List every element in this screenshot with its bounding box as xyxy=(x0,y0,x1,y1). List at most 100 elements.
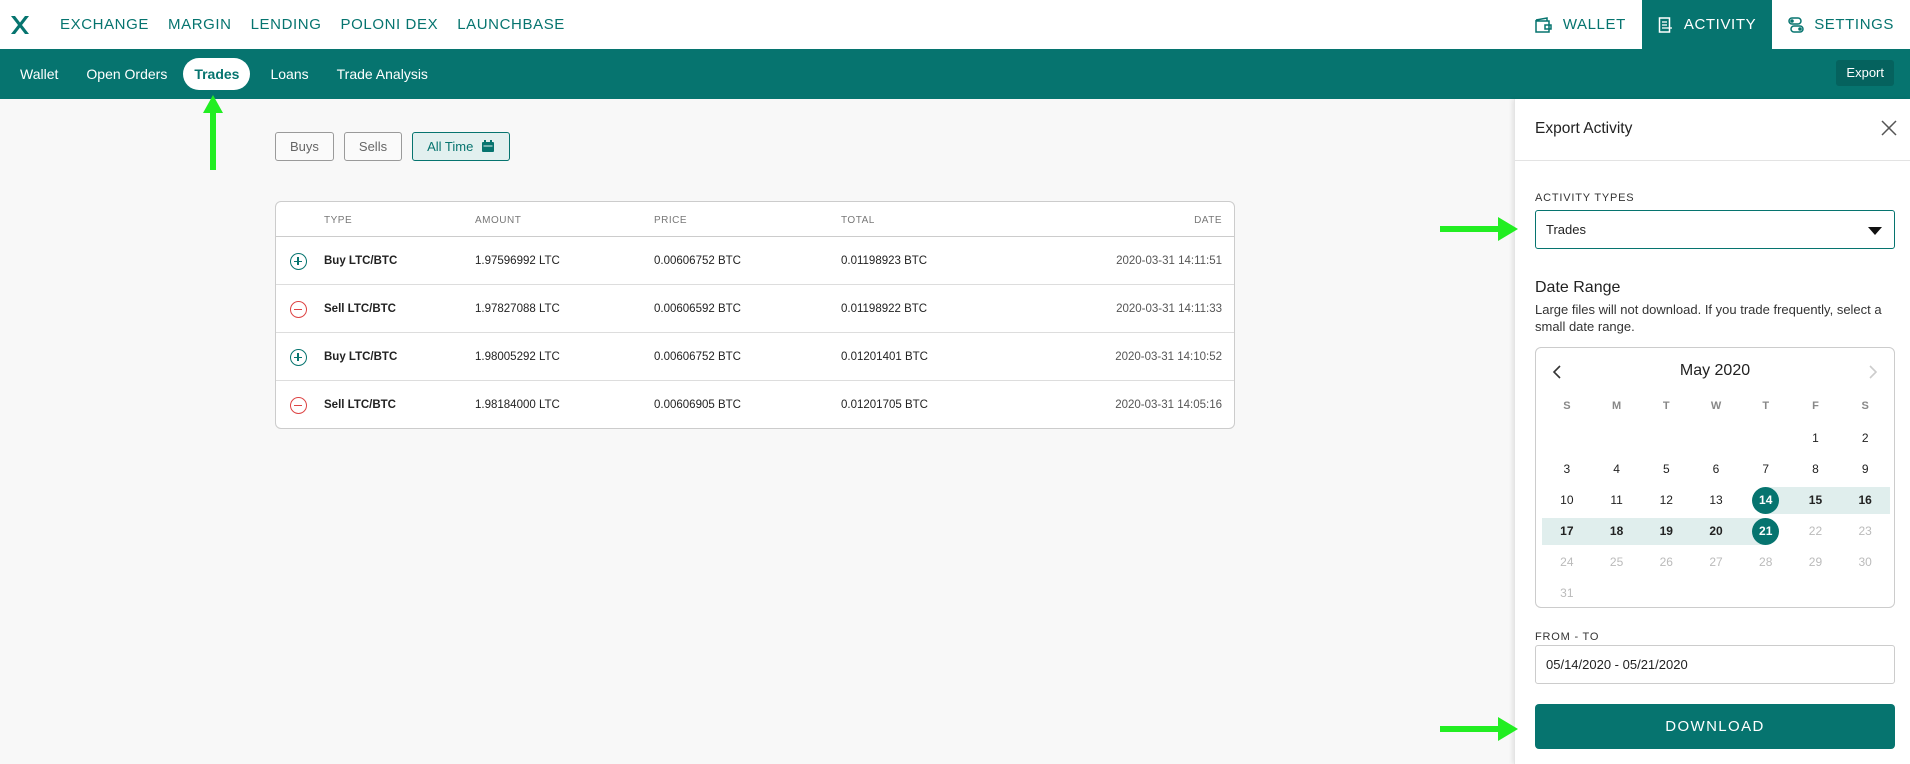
sell-minus-icon xyxy=(290,397,307,414)
calendar-day[interactable]: 13 xyxy=(1691,487,1741,514)
calendar-grid: 1 2 3 4 5 6 7 8 9 10 11 12 13 14 15 16 17 18 19 20 21 22 23 24 2… xyxy=(1542,423,1891,609)
sells-filter-button[interactable]: Sells xyxy=(343,132,403,161)
weekday: T xyxy=(1762,400,1770,412)
subnav-trade-analysis[interactable]: Trade Analysis xyxy=(337,58,428,90)
calendar-empty-cell xyxy=(1840,580,1890,607)
settings-button[interactable]: SETTINGS xyxy=(1772,0,1910,49)
nav-margin[interactable]: MARGIN xyxy=(168,0,232,49)
calendar-empty-cell xyxy=(1542,425,1592,452)
wallet-label: WALLET xyxy=(1562,16,1626,33)
calendar-day[interactable]: 15 xyxy=(1790,487,1841,514)
from-to-input[interactable]: 05/14/2020 - 05/21/2020 xyxy=(1535,645,1895,684)
calendar-day-number: 24 xyxy=(1560,555,1574,569)
calendar-week: 24 25 26 27 28 29 30 xyxy=(1542,547,1890,578)
activity-button[interactable]: ACTIVITY xyxy=(1641,0,1773,49)
calendar-day-number: 1 xyxy=(1812,431,1819,445)
cell-total: 0.01198923 BTC xyxy=(841,255,928,267)
subnav-trades[interactable]: Trades xyxy=(183,58,251,90)
calendar-day[interactable]: 16 xyxy=(1840,487,1891,514)
calendar-day-number: 23 xyxy=(1858,524,1872,538)
calendar-day[interactable]: 10 xyxy=(1542,487,1592,514)
calendar-day[interactable]: 18 xyxy=(1591,518,1642,545)
subnav-open-orders[interactable]: Open Orders xyxy=(86,58,167,90)
all-time-filter-button[interactable]: All Time xyxy=(412,132,511,161)
settings-toggle-icon xyxy=(1788,16,1804,33)
download-button[interactable]: DOWNLOAD xyxy=(1535,704,1895,749)
date-range-title: Date Range xyxy=(1535,279,1621,296)
weekday: S xyxy=(1861,400,1869,412)
export-button[interactable]: Export xyxy=(1836,60,1894,86)
calendar-day: 23 xyxy=(1840,518,1890,545)
table-row: Sell LTC/BTC 1.98184000 LTC 0.00606905 B… xyxy=(276,381,1234,428)
weekday: F xyxy=(1812,400,1819,412)
calendar-day[interactable]: 21 xyxy=(1740,518,1791,545)
calendar-day: 22 xyxy=(1791,518,1841,545)
activity-types-select[interactable]: Trades xyxy=(1535,210,1895,249)
calendar-day[interactable]: 20 xyxy=(1691,518,1741,545)
chevron-right-icon xyxy=(1869,365,1878,379)
export-activity-panel: Export Activity ACTIVITY TYPES Trades Da… xyxy=(1514,99,1910,764)
calendar-day[interactable]: 5 xyxy=(1641,456,1691,483)
buys-filter-button[interactable]: Buys xyxy=(275,132,334,161)
calendar-day[interactable]: 7 xyxy=(1741,456,1791,483)
calendar-day[interactable]: 8 xyxy=(1791,456,1841,483)
calendar-day-number: 3 xyxy=(1563,462,1571,476)
calendar-day[interactable]: 1 xyxy=(1791,425,1841,452)
calendar-week: 3 4 5 6 7 8 9 xyxy=(1542,454,1890,485)
calendar-day[interactable]: 14 xyxy=(1740,487,1791,514)
calendar-day[interactable]: 6 xyxy=(1691,456,1741,483)
calendar-empty-cell xyxy=(1791,580,1841,607)
calendar-day[interactable]: 9 xyxy=(1840,456,1890,483)
calendar-day[interactable]: 17 xyxy=(1542,518,1592,545)
calendar-day[interactable]: 19 xyxy=(1641,518,1692,545)
trade-filters: Buys Sells All Time xyxy=(275,132,511,161)
calendar-day[interactable]: 12 xyxy=(1641,487,1691,514)
calendar-empty-cell xyxy=(1641,425,1691,452)
panel-header: Export Activity xyxy=(1515,99,1910,161)
header-amount: AMOUNT xyxy=(475,215,522,226)
activity-types-label: ACTIVITY TYPES xyxy=(1535,192,1635,204)
close-icon[interactable] xyxy=(1880,119,1898,137)
calendar-week: 12 xyxy=(1542,423,1890,454)
panel-title: Export Activity xyxy=(1535,120,1633,137)
cell-amount: 1.98005292 LTC xyxy=(475,351,560,363)
calendar-day-number: 27 xyxy=(1709,555,1723,569)
calendar-week: 17 18 19 20 21 22 23 xyxy=(1542,516,1890,547)
cell-date: 2020-03-31 14:11:33 xyxy=(1116,303,1222,315)
calendar-day[interactable]: 2 xyxy=(1840,425,1890,452)
calendar-day-number: 8 xyxy=(1812,462,1819,476)
table-row: Sell LTC/BTC 1.97827088 LTC 0.00606592 B… xyxy=(276,285,1234,333)
calendar-day: 26 xyxy=(1641,549,1691,576)
calendar-day[interactable]: 4 xyxy=(1592,456,1642,483)
cell-date: 2020-03-31 14:10:52 xyxy=(1115,351,1222,363)
all-time-label: All Time xyxy=(427,139,474,154)
calendar-day-number: 5 xyxy=(1662,462,1670,476)
date-range-note: Large files will not download. If you tr… xyxy=(1535,302,1882,334)
calendar-day-number: 22 xyxy=(1808,524,1823,538)
cell-price: 0.00606592 BTC xyxy=(654,303,741,315)
subnav-wallet[interactable]: Wallet xyxy=(20,58,58,90)
cell-price: 0.00606752 BTC xyxy=(654,351,741,363)
calendar-week: 10 11 12 13 14 15 16 xyxy=(1542,485,1891,516)
settings-label: SETTINGS xyxy=(1814,16,1894,33)
calendar-day-number: 6 xyxy=(1712,462,1720,476)
cell-amount: 1.97827088 LTC xyxy=(475,303,560,315)
cell-total: 0.01201705 BTC xyxy=(841,399,928,411)
calendar-day[interactable]: 11 xyxy=(1592,487,1642,514)
cell-price: 0.00606905 BTC xyxy=(654,399,741,411)
calendar-day-number: 25 xyxy=(1609,555,1624,569)
annotation-arrow-right xyxy=(1440,717,1518,741)
poloniex-logo[interactable] xyxy=(0,0,40,49)
nav-poloni-dex[interactable]: POLONI DEX xyxy=(341,0,439,49)
calendar-day[interactable]: 3 xyxy=(1542,456,1592,483)
nav-exchange[interactable]: EXCHANGE xyxy=(60,0,149,49)
nav-lending[interactable]: LENDING xyxy=(251,0,322,49)
calendar-week: 31 xyxy=(1542,578,1890,609)
subnav-loans[interactable]: Loans xyxy=(270,58,308,90)
header-total: TOTAL xyxy=(841,215,875,226)
wallet-button[interactable]: WALLET xyxy=(1519,0,1642,49)
trades-table: TYPE AMOUNT PRICE TOTAL DATE Buy LTC/BTC… xyxy=(275,201,1235,429)
calendar-day-number: 7 xyxy=(1762,462,1770,476)
nav-launchbase[interactable]: LAUNCHBASE xyxy=(457,0,565,49)
calendar-day-number: 10 xyxy=(1560,493,1574,507)
